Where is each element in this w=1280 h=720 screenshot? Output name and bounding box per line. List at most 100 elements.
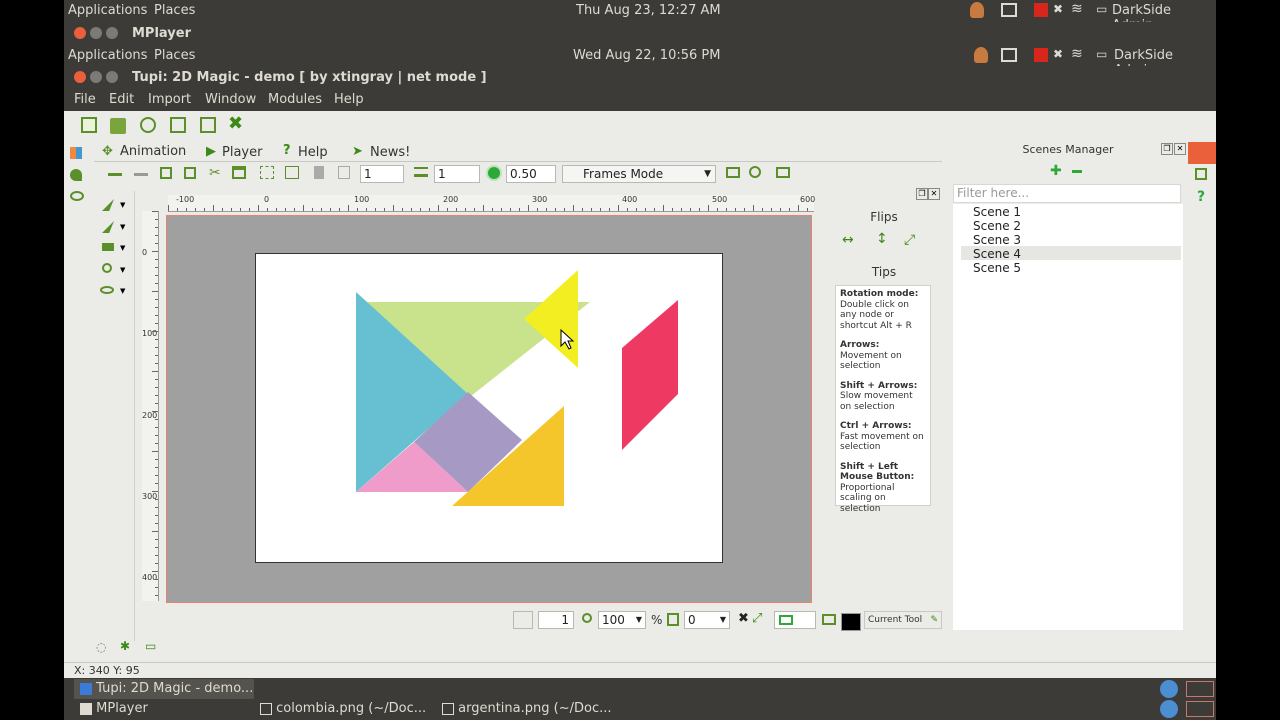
safe-area-icon[interactable]: [285, 166, 299, 179]
tab-news[interactable]: News!: [370, 145, 410, 160]
bluetooth-icon[interactable]: ✖: [1053, 2, 1063, 16]
help-icon[interactable]: ?: [1197, 189, 1205, 205]
reset-icon[interactable]: [749, 166, 761, 178]
bluetooth-icon-inner[interactable]: ✖: [1053, 47, 1063, 61]
light-table-icon[interactable]: [314, 166, 324, 179]
record-icon-inner[interactable]: [1034, 48, 1048, 62]
rotation-select[interactable]: 0 ▼: [684, 611, 730, 629]
zoom-icon[interactable]: [582, 613, 592, 623]
maximize-icon[interactable]: [106, 71, 118, 83]
record-icon[interactable]: [1034, 3, 1048, 17]
monitor-icon-inner[interactable]: [1001, 48, 1017, 62]
rotation-icon[interactable]: [667, 613, 679, 626]
opacity-spinbox[interactable]: 0.50: [506, 165, 556, 183]
close-icon[interactable]: ✕: [1174, 143, 1186, 155]
chat-icon-inner[interactable]: ▭: [1096, 47, 1107, 61]
menu-modules[interactable]: Modules: [268, 92, 322, 107]
preview-field[interactable]: [774, 611, 816, 629]
menu-help[interactable]: Help: [334, 92, 364, 107]
user-icon[interactable]: [970, 2, 984, 18]
onion-skin-icon[interactable]: ✱: [120, 639, 130, 653]
tab-player[interactable]: Player: [222, 145, 262, 160]
applications-menu[interactable]: Applications: [68, 3, 147, 18]
pen-icon[interactable]: [70, 169, 82, 181]
stage-area[interactable]: [166, 215, 812, 603]
color-palette-icon[interactable]: [70, 147, 82, 159]
layer-spinbox[interactable]: 1: [434, 165, 480, 183]
task-mplayer[interactable]: MPlayer: [80, 699, 148, 719]
close-icon[interactable]: ✕: [928, 188, 940, 200]
close-icon[interactable]: [74, 71, 86, 83]
scene-item[interactable]: Scene 4: [973, 247, 1021, 261]
places-menu-inner[interactable]: Places: [154, 48, 195, 63]
redo-icon[interactable]: [134, 166, 148, 176]
color-swatch[interactable]: [841, 613, 861, 631]
flip-horizontal-icon[interactable]: ↔: [842, 232, 854, 248]
exposure-sheet-icon[interactable]: [1188, 142, 1216, 164]
scene-item[interactable]: Scene 5: [973, 261, 1021, 275]
menu-import[interactable]: Import: [148, 92, 191, 107]
layers-icon[interactable]: [414, 167, 428, 177]
scene-item[interactable]: Scene 3: [973, 233, 1021, 247]
scene-item[interactable]: Scene 1: [973, 205, 1021, 219]
sync-icon[interactable]: [338, 166, 350, 179]
open-folder-icon[interactable]: [110, 118, 126, 134]
paste-icon[interactable]: [184, 167, 196, 179]
pencil-tool-icon[interactable]: [102, 221, 114, 233]
minimize-icon[interactable]: [90, 71, 102, 83]
opacity-icon[interactable]: [488, 167, 500, 179]
clock[interactable]: Thu Aug 23, 12:27 AM: [576, 3, 721, 18]
page-icon[interactable]: [513, 611, 533, 629]
monitor-icon[interactable]: [1001, 3, 1017, 17]
copy-icon[interactable]: [160, 167, 172, 179]
flip-crossed-icon[interactable]: ⤢: [904, 232, 915, 248]
chat-icon[interactable]: ▭: [1096, 2, 1107, 16]
cut-icon[interactable]: ✂: [209, 165, 225, 181]
wifi-icon[interactable]: ≋: [1071, 1, 1083, 17]
frame-spinbox[interactable]: 1: [360, 165, 404, 183]
expand-icon[interactable]: ⤢: [752, 611, 762, 626]
save-as-icon[interactable]: [200, 117, 216, 133]
menu-window[interactable]: Window: [205, 92, 256, 107]
tab-animation[interactable]: Animation: [120, 144, 186, 159]
zoom-tool-icon[interactable]: [102, 263, 112, 273]
float-icon[interactable]: ❐: [1161, 143, 1173, 155]
close-icon[interactable]: ✖: [738, 611, 749, 626]
minimize-icon[interactable]: [90, 27, 102, 39]
flip-vertical-icon[interactable]: ↕: [876, 231, 888, 247]
task-colombia[interactable]: colombia.png (~/Doc...: [260, 699, 426, 719]
grid-icon[interactable]: [260, 166, 274, 179]
open-network-icon[interactable]: [140, 117, 156, 133]
applications-menu-inner[interactable]: Applications: [68, 48, 147, 63]
reset-view-icon[interactable]: ◌: [96, 640, 106, 654]
tab-help[interactable]: Help: [298, 145, 328, 160]
task-argentina[interactable]: argentina.png (~/Doc...: [442, 699, 612, 719]
maximize-icon[interactable]: [106, 27, 118, 39]
save-icon[interactable]: [170, 117, 186, 133]
remove-scene-icon[interactable]: [1072, 170, 1082, 173]
camera-icon[interactable]: [726, 167, 740, 178]
tweener-tool-icon[interactable]: [100, 286, 114, 294]
filter-input[interactable]: Filter here...: [953, 184, 1181, 203]
delete-icon[interactable]: [232, 166, 246, 179]
undo-icon[interactable]: [108, 166, 122, 176]
fullscreen-icon[interactable]: [776, 167, 790, 178]
page-spinbox[interactable]: 1: [538, 611, 574, 629]
close-icon[interactable]: [74, 27, 86, 39]
user-icon-inner[interactable]: [974, 47, 988, 63]
timeline-icon[interactable]: [1195, 168, 1207, 180]
workspace-switcher[interactable]: [1186, 681, 1214, 697]
menu-edit[interactable]: Edit: [109, 92, 134, 107]
globe-icon[interactable]: [1160, 700, 1178, 718]
mode-select[interactable]: Frames Mode ▼: [562, 165, 716, 183]
task-tupi[interactable]: Tupi: 2D Magic - demo...: [74, 679, 254, 699]
background-icon[interactable]: [822, 614, 836, 625]
close-project-icon[interactable]: ✖: [228, 115, 244, 133]
places-menu[interactable]: Places: [154, 3, 195, 18]
wifi-icon-inner[interactable]: ≋: [1071, 46, 1083, 62]
chat-icon[interactable]: ▭: [145, 639, 156, 653]
clock-inner[interactable]: Wed Aug 22, 10:56 PM: [573, 48, 720, 63]
library-icon[interactable]: [70, 191, 84, 201]
menu-file[interactable]: File: [74, 92, 96, 107]
new-project-icon[interactable]: [81, 117, 97, 133]
